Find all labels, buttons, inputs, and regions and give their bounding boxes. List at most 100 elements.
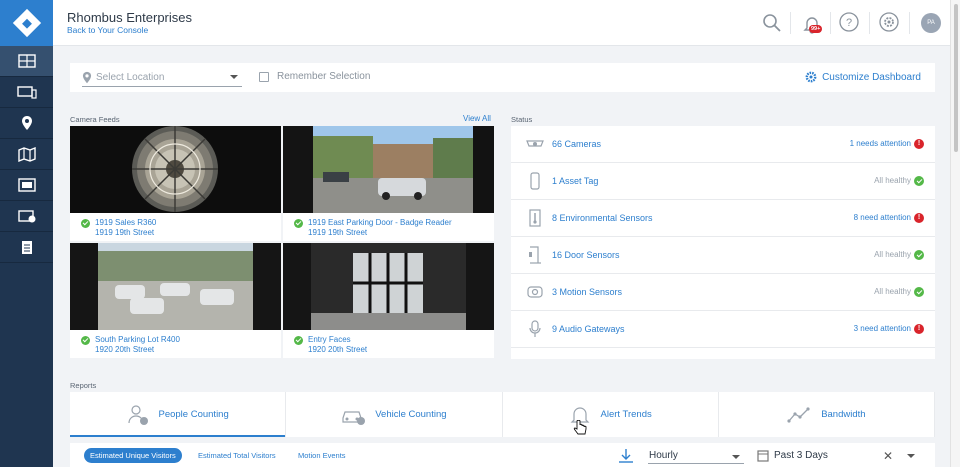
feed-name: Entry Faces <box>308 335 351 344</box>
hand-cursor-icon <box>573 420 587 435</box>
location-icon[interactable] <box>0 108 53 139</box>
calendar-icon[interactable] <box>757 449 769 462</box>
people-icon <box>127 404 148 425</box>
status-row-label: 1 Asset Tag <box>552 176 599 186</box>
download-icon[interactable] <box>617 448 635 464</box>
tab-label: Vehicle Counting <box>375 409 447 420</box>
video-wall-icon[interactable] <box>0 170 53 201</box>
chevron-down-icon <box>230 75 238 79</box>
status-row[interactable]: 66 Cameras 1 needs attention ! <box>511 126 935 163</box>
motion-sensor-icon <box>525 283 545 301</box>
feed-name: 1919 East Parking Door - Badge Reader <box>308 218 452 227</box>
view-all-link[interactable]: View All <box>463 114 491 123</box>
customize-dashboard-label: Customize Dashboard <box>822 71 921 83</box>
status-ok-icon <box>294 336 303 345</box>
devices-icon[interactable] <box>0 77 53 108</box>
camera-icon <box>525 135 545 153</box>
pill-estimated-unique-visitors[interactable]: Estimated Unique Visitors <box>84 448 182 463</box>
feed-location: 1920 20th Street <box>95 345 155 354</box>
status-row-state: All healthy <box>874 176 911 185</box>
environmental-sensor-icon <box>525 209 545 227</box>
status-row[interactable]: 3 Motion Sensors All healthy <box>511 274 935 311</box>
camera-thumbnail[interactable] <box>70 126 281 213</box>
notification-badge: 99+ <box>809 25 823 33</box>
location-select[interactable]: Select Location <box>82 69 242 87</box>
logs-icon[interactable] <box>0 232 53 263</box>
tab-label: Alert Trends <box>600 409 652 420</box>
feed-location: 1920 20th Street <box>308 345 368 354</box>
avatar[interactable]: PA <box>921 13 941 33</box>
tab-label: People Counting <box>158 409 229 420</box>
check-icon <box>914 250 924 260</box>
divider <box>790 12 791 34</box>
status-row[interactable]: 8 Environmental Sensors 8 need attention… <box>511 200 935 237</box>
clips-icon[interactable] <box>0 201 53 232</box>
divider <box>830 12 831 34</box>
status-row[interactable]: 16 Door Sensors All healthy <box>511 237 935 274</box>
camera-thumbnail[interactable] <box>283 243 494 330</box>
alert-icon: ! <box>914 213 924 223</box>
feed-name: South Parking Lot R400 <box>95 335 180 344</box>
rhombus-logo[interactable] <box>0 0 53 46</box>
camera-feeds-label: Camera Feeds <box>70 115 120 124</box>
interval-select[interactable]: Hourly <box>648 448 744 464</box>
audio-gateway-icon <box>525 320 545 338</box>
tab-label: Bandwidth <box>821 409 866 420</box>
date-range-value[interactable]: Past 3 Days <box>774 450 828 461</box>
alert-icon: ! <box>914 139 924 149</box>
notifications-icon[interactable]: 99+ <box>799 12 825 36</box>
camera-thumbnail[interactable] <box>283 126 494 213</box>
tab-bandwidth[interactable]: Bandwidth <box>719 392 935 437</box>
dashboard-icon[interactable] <box>0 46 53 77</box>
feed-location: 1919 19th Street <box>95 228 155 237</box>
back-to-console-link[interactable]: Back to Your Console <box>67 25 148 35</box>
status-row-state: 8 need attention <box>853 213 911 222</box>
camera-thumbnail[interactable] <box>70 243 281 330</box>
status-panel: 66 Cameras 1 needs attention ! 1 Asset T… <box>511 126 935 359</box>
status-row-label: 66 Cameras <box>552 139 602 149</box>
top-bar: Rhombus Enterprises Back to Your Console… <box>53 0 950 46</box>
close-icon[interactable]: ✕ <box>883 449 893 463</box>
alert-icon: ! <box>914 324 924 334</box>
tab-people-counting[interactable]: People Counting <box>70 392 287 437</box>
vehicle-icon <box>342 410 366 425</box>
tab-alert-trends[interactable]: Alert Trends <box>503 392 719 437</box>
report-filter-bar: Estimated Unique Visitors Estimated Tota… <box>70 443 935 467</box>
pill-motion-events[interactable]: Motion Events <box>292 448 352 463</box>
filter-bar: Select Location Remember Selection Custo… <box>70 63 935 92</box>
status-row-state: 1 needs attention <box>849 139 911 148</box>
sidebar <box>0 0 53 467</box>
status-row-label: 16 Door Sensors <box>552 250 620 260</box>
customize-dashboard-button[interactable]: Customize Dashboard <box>805 71 921 83</box>
remember-selection-checkbox[interactable] <box>259 72 269 82</box>
search-icon[interactable] <box>762 13 782 33</box>
status-label: Status <box>511 115 533 124</box>
chevron-down-icon[interactable] <box>907 454 915 458</box>
camera-feed-card[interactable]: Entry Faces 1920 20th Street <box>283 243 494 358</box>
reports-label: Reports <box>70 381 97 390</box>
tab-vehicle-counting[interactable]: Vehicle Counting <box>286 392 503 437</box>
status-row-partial[interactable] <box>511 348 935 359</box>
pill-estimated-total-visitors[interactable]: Estimated Total Visitors <box>192 448 282 463</box>
help-icon[interactable]: ? <box>839 12 859 32</box>
camera-feed-card[interactable]: 1919 Sales R360 1919 19th Street <box>70 126 281 241</box>
map-icon[interactable] <box>0 139 53 170</box>
camera-feed-card[interactable]: South Parking Lot R400 1920 20th Street <box>70 243 281 358</box>
location-placeholder: Select Location <box>96 72 165 83</box>
check-icon <box>914 176 924 186</box>
status-ok-icon <box>294 219 303 228</box>
feed-name: 1919 Sales R360 <box>95 218 157 227</box>
status-row[interactable]: 1 Asset Tag All healthy <box>511 163 935 200</box>
location-pin-icon <box>82 71 92 84</box>
svg-text:?: ? <box>846 17 852 29</box>
interval-value: Hourly <box>649 450 678 461</box>
settings-icon[interactable] <box>879 12 899 32</box>
status-ok-icon <box>81 219 90 228</box>
status-row-state: All healthy <box>874 287 911 296</box>
camera-feed-card[interactable]: 1919 East Parking Door - Badge Reader 19… <box>283 126 494 241</box>
company-name: Rhombus Enterprises <box>67 10 192 25</box>
reports-tabs: People Counting Vehicle Counting Alert T… <box>70 392 935 437</box>
asset-tag-icon <box>525 172 545 190</box>
scrollbar[interactable] <box>950 0 960 467</box>
status-row[interactable]: 9 Audio Gateways 3 need attention ! <box>511 311 935 348</box>
